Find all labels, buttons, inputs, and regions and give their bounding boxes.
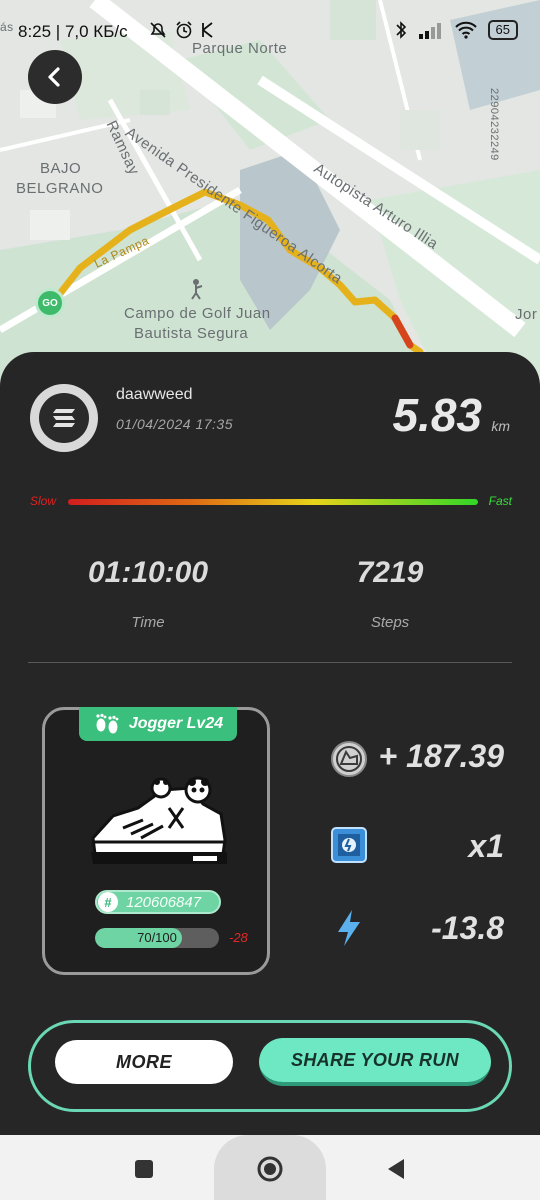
map-label-golf-1: Campo de Golf Juan xyxy=(124,305,271,322)
app-notification-icon xyxy=(202,22,213,38)
system-nav-bar xyxy=(0,1135,540,1200)
more-button[interactable]: MORE xyxy=(55,1040,233,1084)
sneaker-id: 120606847 xyxy=(126,893,202,911)
time-value: 01:10:00 xyxy=(87,556,209,589)
energy-used: -13.8 xyxy=(431,910,504,946)
recents-button[interactable] xyxy=(130,1155,158,1183)
sneaker-level-tab: Jogger Lv24 xyxy=(79,707,237,741)
sneaker-id-badge: # 120606847 xyxy=(95,890,221,914)
sneaker-level-label: Jogger Lv24 xyxy=(128,715,224,732)
golf-icon xyxy=(191,279,203,300)
mute-bell-icon xyxy=(150,22,166,38)
triangle-back-icon xyxy=(388,1159,404,1179)
speed-fast-label: Fast xyxy=(488,494,512,508)
reward-multiplier: x1 xyxy=(468,828,504,864)
map-label-number: 22904232249 xyxy=(488,88,500,161)
home-button[interactable] xyxy=(254,1153,286,1185)
map-label-golf-2: Bautista Segura xyxy=(134,325,249,342)
distance-unit: km xyxy=(491,418,510,434)
back-nav-button[interactable] xyxy=(382,1155,410,1183)
run-datetime: 01/04/2024 17:35 xyxy=(116,416,233,432)
time-label: Time xyxy=(131,614,165,631)
status-notification-icons xyxy=(148,20,216,40)
bluetooth-icon xyxy=(395,21,406,39)
alarm-icon xyxy=(176,21,192,39)
run-summary-sheet: daawweed 01/04/2024 17:35 5.83 km Slow F… xyxy=(0,352,540,1135)
solana-logo-icon xyxy=(39,393,89,443)
divider xyxy=(28,662,512,663)
steps-value: 7219 xyxy=(356,556,424,589)
sneaker-image xyxy=(91,776,227,864)
map-label-bajo: BAJO xyxy=(40,160,82,177)
run-summary-screen: Parque Norte Avenida Presidente Figueroa… xyxy=(0,0,540,1200)
avatar[interactable] xyxy=(30,384,98,452)
map-label-belgrano: BELGRANO xyxy=(16,180,104,197)
footprints-icon xyxy=(96,713,119,734)
signal-icon xyxy=(418,23,441,39)
arrow-left-icon xyxy=(48,67,60,87)
status-right-icons: 65 xyxy=(394,20,518,40)
status-time: 8:25 | 7,0 КБ/с xyxy=(18,22,128,41)
status-bar: 8:25 | 7,0 КБ/с 65 xyxy=(0,0,540,62)
wifi-icon xyxy=(454,21,477,39)
speed-gradient-bar xyxy=(68,499,478,505)
battery-indicator: 65 xyxy=(487,20,518,40)
token-coin-icon xyxy=(331,741,367,777)
speed-slow-label: Slow xyxy=(30,494,57,508)
action-buttons: MORE SHARE YOUR RUN xyxy=(28,1020,512,1112)
mystery-box-icon xyxy=(331,827,367,863)
durability-bar: 70/100 xyxy=(95,928,219,948)
square-icon xyxy=(135,1160,153,1178)
durability-loss: -28 xyxy=(229,930,248,945)
speed-legend: Slow Fast xyxy=(30,492,512,512)
sneaker-card[interactable]: Jogger Lv24 # 120606847 70/100 -28 xyxy=(42,707,270,975)
earned-tokens: + 187.39 xyxy=(378,738,504,774)
durability-value: 70/100 xyxy=(137,930,177,945)
steps-label: Steps xyxy=(370,614,410,631)
hash-icon: # xyxy=(98,892,118,912)
distance-value: 5.83 xyxy=(392,389,482,441)
circle-home-icon xyxy=(257,1156,283,1182)
share-run-button[interactable]: SHARE YOUR RUN xyxy=(259,1038,491,1086)
start-marker: GO xyxy=(35,288,65,318)
energy-bolt-icon xyxy=(338,910,360,946)
back-button[interactable] xyxy=(28,50,82,104)
map-label-jor: Jor xyxy=(515,306,538,323)
username: daawweed xyxy=(116,386,193,403)
